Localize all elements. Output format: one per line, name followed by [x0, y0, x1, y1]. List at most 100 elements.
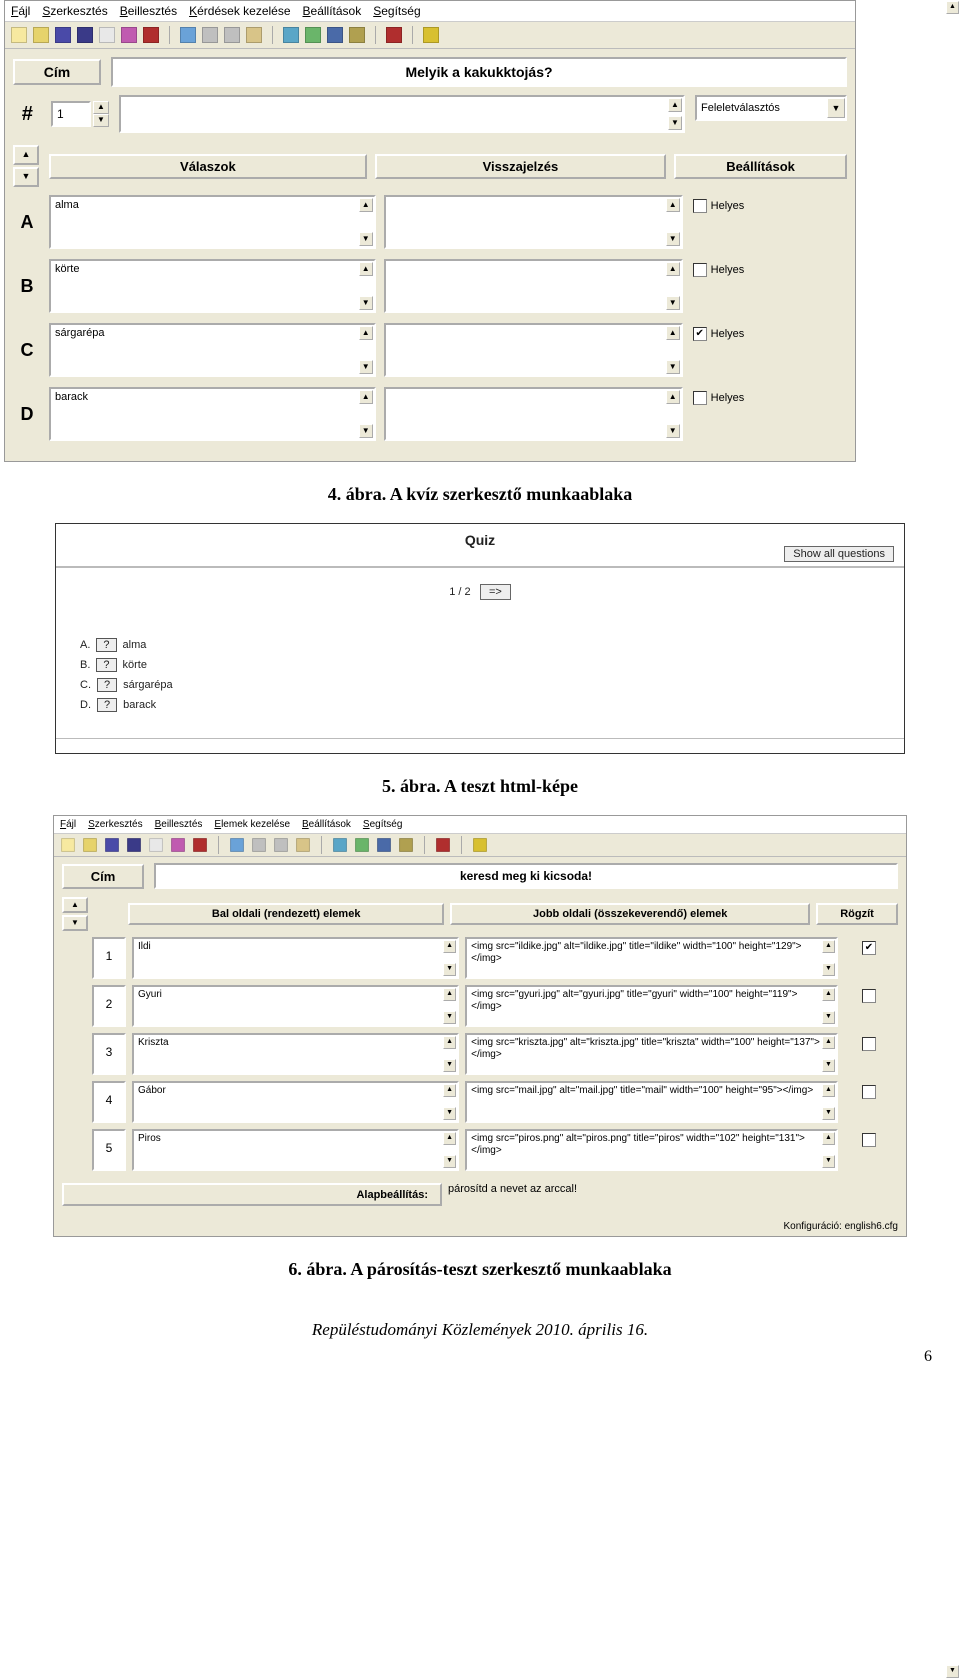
- tool1-icon[interactable]: [283, 27, 299, 43]
- print-icon[interactable]: [99, 27, 115, 43]
- help-icon[interactable]: [473, 838, 487, 852]
- scroll-down-icon[interactable]: ▼: [666, 360, 680, 374]
- scroll-up-icon[interactable]: ▲: [668, 98, 682, 112]
- tool2-icon[interactable]: [355, 838, 369, 852]
- quiz-next-button[interactable]: =>: [480, 584, 511, 600]
- scroll-up-icon[interactable]: ▲: [666, 198, 680, 212]
- left-item-input[interactable]: Gyuri▲▼: [132, 985, 459, 1027]
- scroll-up-icon[interactable]: ▲: [946, 1, 959, 14]
- fix-checkbox[interactable]: [862, 1037, 876, 1051]
- menu-szerkesztés[interactable]: Szerkesztés: [42, 4, 107, 18]
- scroll-down-icon[interactable]: ▼: [666, 424, 680, 438]
- option-select-button[interactable]: ?: [96, 638, 116, 652]
- right-item-input[interactable]: <img src="ildike.jpg" alt="ildike.jpg" t…: [465, 937, 838, 979]
- scroll-down-icon[interactable]: ▼: [822, 963, 835, 976]
- question-type-dropdown[interactable]: Feleletválasztós ▼: [695, 95, 847, 121]
- question-text-input[interactable]: ▲ ▼: [119, 95, 685, 133]
- help-icon[interactable]: [423, 27, 439, 43]
- fix-checkbox[interactable]: [862, 1085, 876, 1099]
- reorder-up-icon[interactable]: ▲: [13, 145, 39, 165]
- copy-icon[interactable]: [274, 838, 288, 852]
- scroll-up-icon[interactable]: ▲: [666, 262, 680, 276]
- new-icon[interactable]: [11, 27, 27, 43]
- feedback-text-input[interactable]: ▲▼: [384, 195, 683, 249]
- feedback-text-input[interactable]: ▲▼: [384, 387, 683, 441]
- fix-checkbox[interactable]: [862, 989, 876, 1003]
- export-web-icon[interactable]: [143, 27, 159, 43]
- paste-icon[interactable]: [296, 838, 310, 852]
- question-number-value[interactable]: 1: [51, 101, 91, 127]
- option-select-button[interactable]: ?: [97, 678, 117, 692]
- scroll-down-icon[interactable]: ▼: [443, 1011, 456, 1024]
- right-item-input[interactable]: <img src="gyuri.jpg" alt="gyuri.jpg" tit…: [465, 985, 838, 1027]
- menu-elemek kezelése[interactable]: Elemek kezelése: [214, 819, 290, 830]
- answer-text-input[interactable]: alma▲▼: [49, 195, 376, 249]
- scroll-up-icon[interactable]: ▲: [443, 988, 456, 1001]
- scroll-up-icon[interactable]: ▲: [359, 262, 373, 276]
- feedback-text-input[interactable]: ▲▼: [384, 259, 683, 313]
- fix-checkbox[interactable]: [862, 1133, 876, 1147]
- scroll-down-icon[interactable]: ▼: [822, 1059, 835, 1072]
- export-pkg-icon[interactable]: [121, 27, 137, 43]
- correct-checkbox[interactable]: [693, 263, 707, 277]
- scroll-up-icon[interactable]: ▲: [822, 1036, 835, 1049]
- export-web-icon[interactable]: [193, 838, 207, 852]
- scroll-up-icon[interactable]: ▲: [666, 390, 680, 404]
- run-icon[interactable]: [436, 838, 450, 852]
- reorder-down-icon[interactable]: ▼: [13, 167, 39, 187]
- menu-fájl[interactable]: Fájl: [60, 819, 76, 830]
- export-pkg-icon[interactable]: [171, 838, 185, 852]
- answer-text-input[interactable]: barack▲▼: [49, 387, 376, 441]
- left-item-input[interactable]: Gábor▲▼: [132, 1081, 459, 1123]
- open-icon[interactable]: [83, 838, 97, 852]
- print-icon[interactable]: [149, 838, 163, 852]
- undo-icon[interactable]: [230, 838, 244, 852]
- tool3-icon[interactable]: [377, 838, 391, 852]
- scroll-down-icon[interactable]: ▼: [359, 296, 373, 310]
- menu-kérdések kezelése[interactable]: Kérdések kezelése: [189, 4, 290, 18]
- menu-beillesztés[interactable]: Beillesztés: [120, 4, 177, 18]
- scroll-up-icon[interactable]: ▲: [443, 1084, 456, 1097]
- cut-icon[interactable]: [202, 27, 218, 43]
- feedback-text-input[interactable]: ▲▼: [384, 323, 683, 377]
- tool1-icon[interactable]: [333, 838, 347, 852]
- title-input[interactable]: keresd meg ki kicsoda!: [154, 863, 898, 889]
- scroll-down-icon[interactable]: ▼: [359, 424, 373, 438]
- scroll-down-icon[interactable]: ▼: [666, 232, 680, 246]
- tool3-icon[interactable]: [327, 27, 343, 43]
- title-input[interactable]: Melyik a kakukktojás?: [111, 57, 847, 87]
- run-icon[interactable]: [386, 27, 402, 43]
- answer-text-input[interactable]: körte▲▼: [49, 259, 376, 313]
- tool2-icon[interactable]: [305, 27, 321, 43]
- show-all-button[interactable]: Show all questions: [784, 546, 894, 562]
- correct-checkbox[interactable]: [693, 199, 707, 213]
- save-icon[interactable]: [105, 838, 119, 852]
- menu-segítség[interactable]: Segítség: [373, 4, 420, 18]
- scroll-down-icon[interactable]: ▼: [822, 1011, 835, 1024]
- menu-fájl[interactable]: Fájl: [11, 4, 30, 18]
- spinner-up-icon[interactable]: ▲: [93, 101, 109, 114]
- scroll-up-icon[interactable]: ▲: [666, 326, 680, 340]
- menu-beillesztés[interactable]: Beillesztés: [155, 819, 203, 830]
- right-item-input[interactable]: <img src="kriszta.jpg" alt="kriszta.jpg"…: [465, 1033, 838, 1075]
- answer-text-input[interactable]: sárgarépa▲▼: [49, 323, 376, 377]
- scroll-down-icon[interactable]: ▼: [443, 1107, 456, 1120]
- scroll-down-icon[interactable]: ▼: [666, 296, 680, 310]
- scroll-up-icon[interactable]: ▲: [822, 940, 835, 953]
- correct-checkbox[interactable]: [693, 391, 707, 405]
- scroll-up-icon[interactable]: ▲: [443, 940, 456, 953]
- menu-beállítások[interactable]: Beállítások: [303, 4, 362, 18]
- left-item-input[interactable]: Ildi▲▼: [132, 937, 459, 979]
- scroll-down-icon[interactable]: ▼: [443, 1155, 456, 1168]
- cut-icon[interactable]: [252, 838, 266, 852]
- default-setting-input[interactable]: párosítd a nevet az arccal! ▲ ▼: [448, 1183, 898, 1213]
- scroll-down-icon[interactable]: ▼: [359, 232, 373, 246]
- dropdown-arrow-icon[interactable]: ▼: [827, 98, 845, 118]
- spinner-down-icon[interactable]: ▼: [93, 114, 109, 127]
- paste-icon[interactable]: [246, 27, 262, 43]
- scroll-down-icon[interactable]: ▼: [443, 963, 456, 976]
- reorder-down-icon[interactable]: ▼: [62, 915, 88, 931]
- scroll-up-icon[interactable]: ▲: [443, 1036, 456, 1049]
- option-select-button[interactable]: ?: [96, 658, 116, 672]
- scroll-up-icon[interactable]: ▲: [359, 198, 373, 212]
